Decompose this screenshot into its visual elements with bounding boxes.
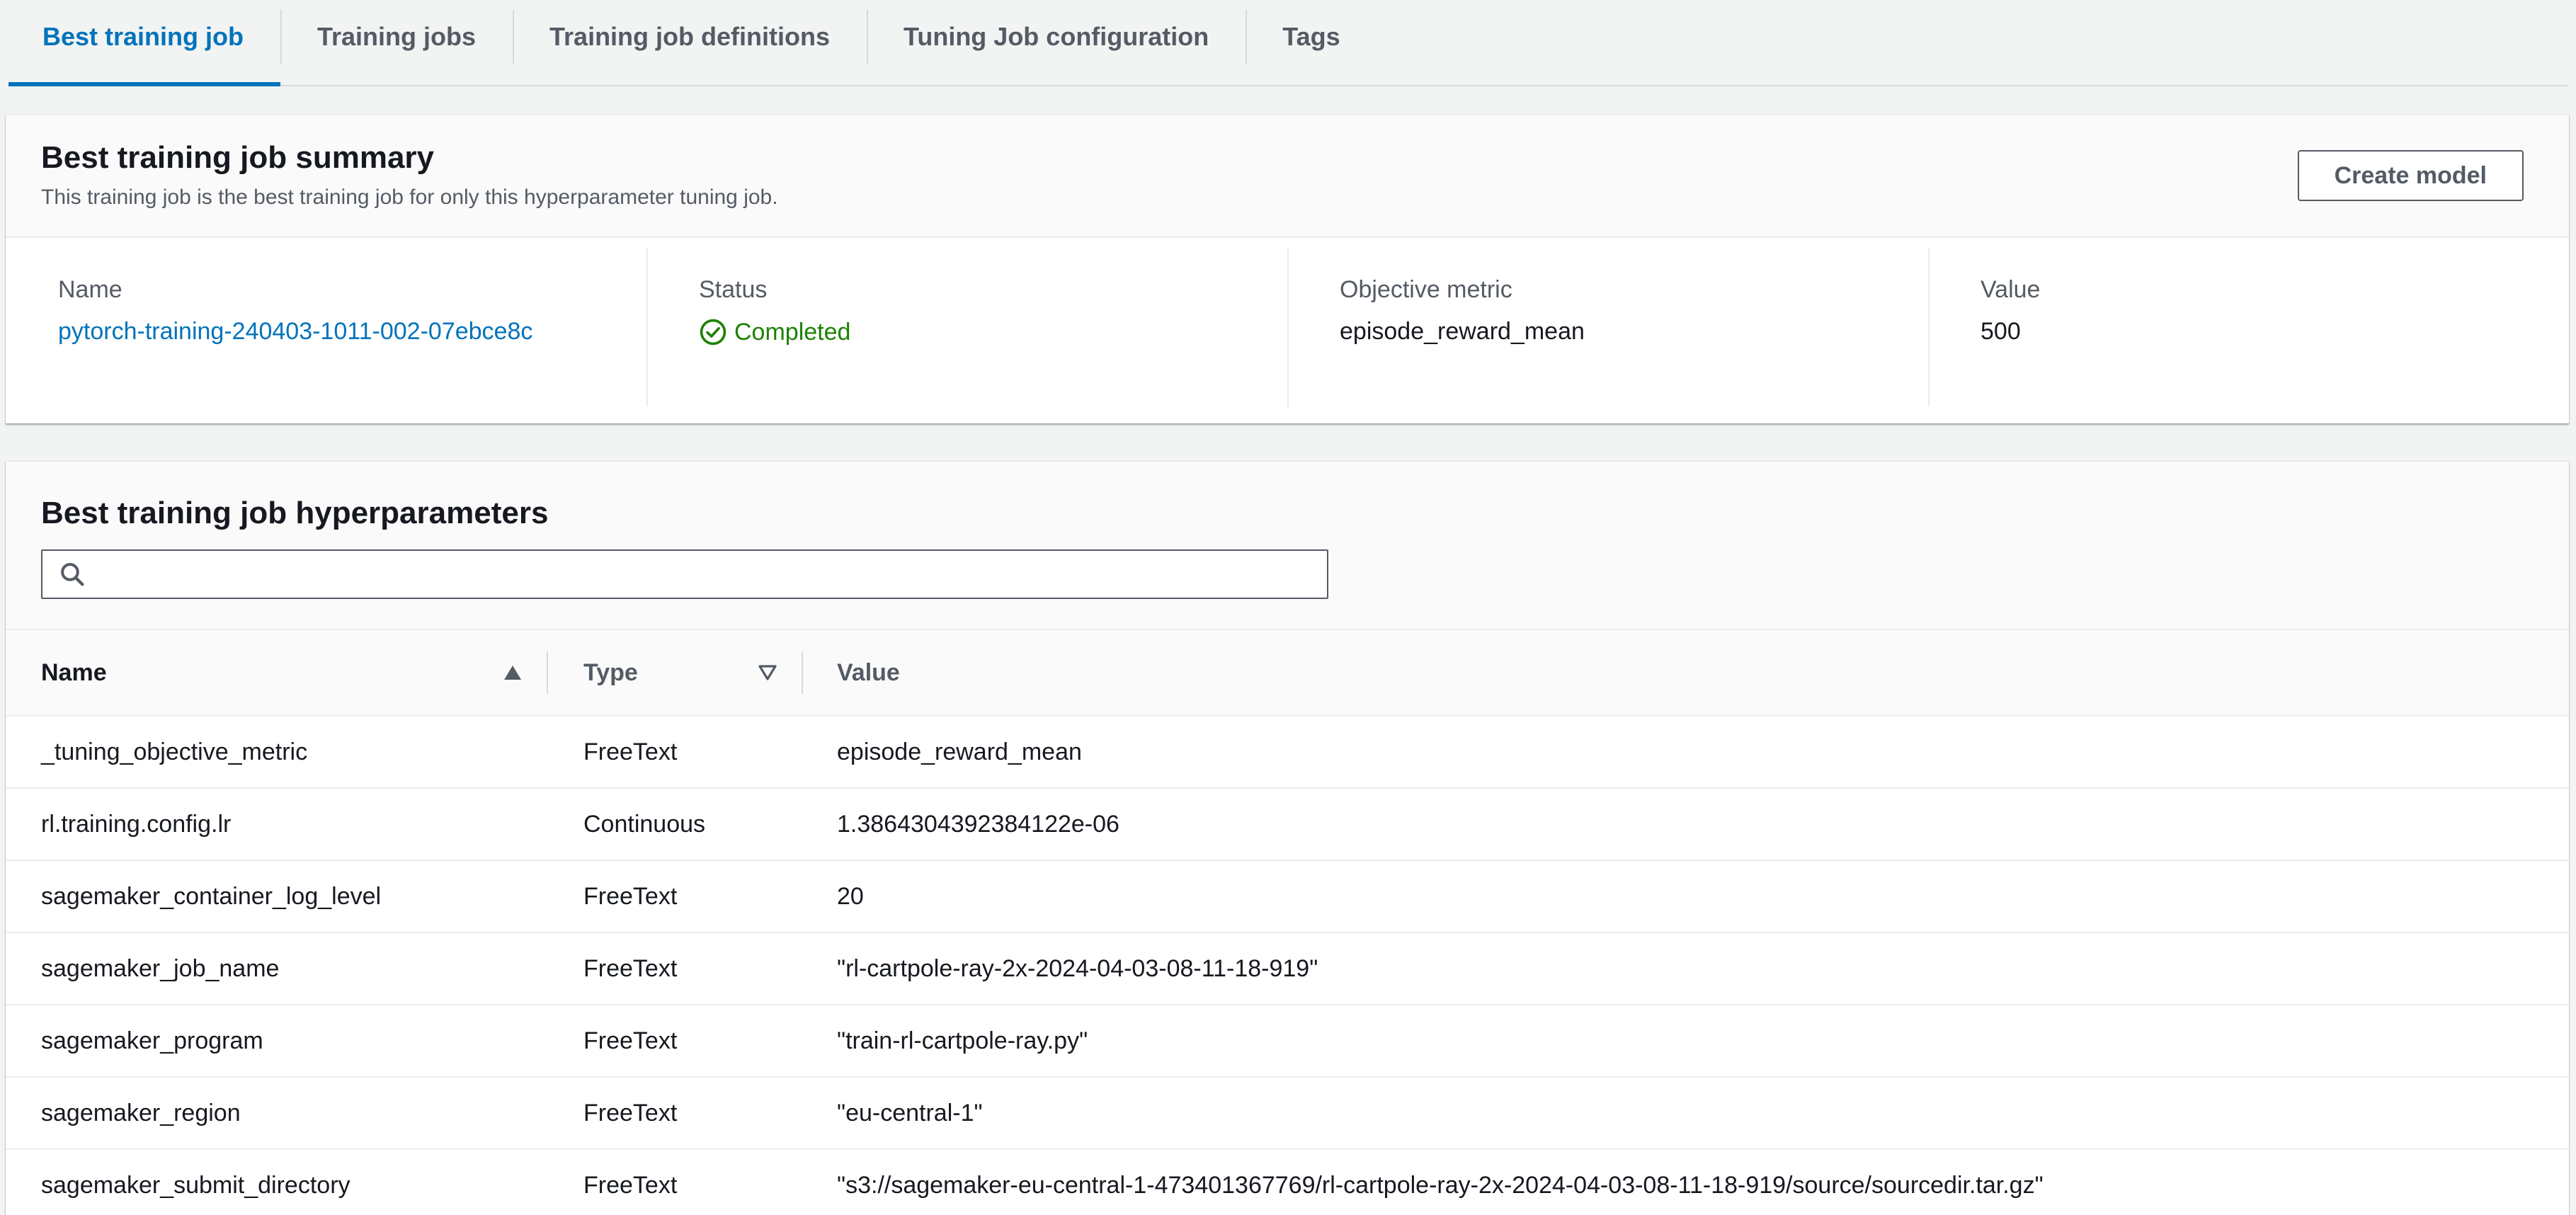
- row-value: 20: [837, 882, 864, 910]
- row-name: sagemaker_job_name: [41, 954, 280, 982]
- sort-ascending-icon: [504, 666, 521, 680]
- column-header-label: Name: [41, 658, 107, 686]
- table-row: sagemaker_container_log_level FreeText 2…: [6, 861, 2569, 933]
- tab-best-training-job[interactable]: Best training job: [8, 0, 281, 86]
- table-row: sagemaker_region FreeText "eu-central-1": [6, 1078, 2569, 1150]
- row-value: "rl-cartpole-ray-2x-2024-04-03-08-11-18-…: [837, 954, 1318, 982]
- status-label: Status: [699, 276, 768, 303]
- tab-tags[interactable]: Tags: [1246, 0, 1377, 85]
- column-header-label: Type: [583, 658, 638, 686]
- tab-training-job-definitions[interactable]: Training job definitions: [513, 0, 867, 85]
- tab-bar: Best training job Training jobs Training…: [8, 0, 2568, 86]
- summary-objective-field: Objective metric episode_reward_mean: [1287, 238, 1928, 423]
- row-value: 1.3864304392384122e-06: [837, 810, 1119, 838]
- row-name: sagemaker_container_log_level: [41, 882, 382, 910]
- row-value: "s3://sagemaker-eu-central-1-47340136776…: [837, 1171, 2044, 1199]
- table-row: rl.training.config.lr Continuous 1.38643…: [6, 789, 2569, 861]
- column-header-label: Value: [837, 658, 900, 686]
- table-row: sagemaker_submit_directory FreeText "s3:…: [6, 1150, 2569, 1215]
- tab-tuning-job-configuration[interactable]: Tuning Job configuration: [867, 0, 1246, 85]
- row-type: FreeText: [583, 1171, 678, 1199]
- create-model-button[interactable]: Create model: [2297, 150, 2524, 201]
- table-row: sagemaker_job_name FreeText "rl-cartpole…: [6, 933, 2569, 1005]
- summary-description: This training job is the best training j…: [41, 186, 778, 209]
- column-header-name[interactable]: Name: [6, 630, 547, 715]
- row-type: FreeText: [583, 1099, 678, 1126]
- row-value: episode_reward_mean: [837, 738, 1082, 765]
- row-name: sagemaker_submit_directory: [41, 1171, 351, 1199]
- tab-label: Training jobs: [317, 22, 477, 51]
- training-job-name-link[interactable]: pytorch-training-240403-1011-002-07ebce8…: [58, 318, 646, 346]
- summary-value-field: Value 500: [1928, 238, 2569, 423]
- hyperparameters-panel: Best training job hyperparameters Name T…: [6, 462, 2569, 1215]
- tab-label: Tuning Job configuration: [904, 22, 1209, 51]
- row-type: FreeText: [583, 738, 678, 765]
- row-value: "eu-central-1": [837, 1099, 983, 1126]
- hyperparameters-search-input[interactable]: [96, 550, 1327, 598]
- row-name: rl.training.config.lr: [41, 810, 232, 838]
- summary-title: Best training job summary: [41, 140, 435, 175]
- summary-status-field: Status Completed: [646, 238, 1287, 423]
- table-header: Name Type Value: [6, 630, 2569, 717]
- name-label: Name: [58, 276, 122, 303]
- search-box: [41, 549, 1328, 599]
- summary-header: Best training job summary This training …: [6, 115, 2569, 238]
- value-value: 500: [1981, 318, 2021, 345]
- hyperparameters-header: Best training job hyperparameters: [6, 462, 2569, 630]
- row-type: Continuous: [583, 810, 706, 838]
- objective-metric-label: Objective metric: [1340, 276, 1512, 303]
- row-value: "train-rl-cartpole-ray.py": [837, 1027, 1088, 1054]
- status-value: Completed: [699, 318, 1287, 346]
- column-header-value: Value: [802, 630, 2569, 715]
- check-circle-icon: [700, 319, 726, 346]
- row-type: FreeText: [583, 1027, 678, 1054]
- row-type: FreeText: [583, 954, 678, 982]
- hyperparameters-title: Best training job hyperparameters: [41, 496, 549, 530]
- summary-name-field: Name pytorch-training-240403-1011-002-07…: [6, 238, 646, 423]
- best-training-job-summary-panel: Best training job summary This training …: [6, 115, 2569, 423]
- row-type: FreeText: [583, 882, 678, 910]
- search-icon: [61, 563, 84, 586]
- objective-metric-value: episode_reward_mean: [1340, 318, 1585, 345]
- tab-label: Tags: [1282, 22, 1340, 51]
- table-row: _tuning_objective_metric FreeText episod…: [6, 717, 2569, 789]
- row-name: _tuning_objective_metric: [41, 738, 308, 765]
- status-text: Completed: [734, 318, 851, 346]
- hyperparameters-table-body: _tuning_objective_metric FreeText episod…: [6, 717, 2569, 1215]
- column-header-type[interactable]: Type: [547, 630, 802, 715]
- row-name: sagemaker_region: [41, 1099, 241, 1126]
- sort-descending-icon: [758, 665, 777, 680]
- summary-details: Name pytorch-training-240403-1011-002-07…: [6, 238, 2569, 423]
- tab-label: Best training job: [42, 22, 244, 51]
- table-row: sagemaker_program FreeText "train-rl-car…: [6, 1005, 2569, 1078]
- tab-training-jobs[interactable]: Training jobs: [280, 0, 513, 85]
- tab-label: Training job definitions: [549, 22, 831, 51]
- value-label: Value: [1981, 276, 2041, 303]
- row-name: sagemaker_program: [41, 1027, 263, 1054]
